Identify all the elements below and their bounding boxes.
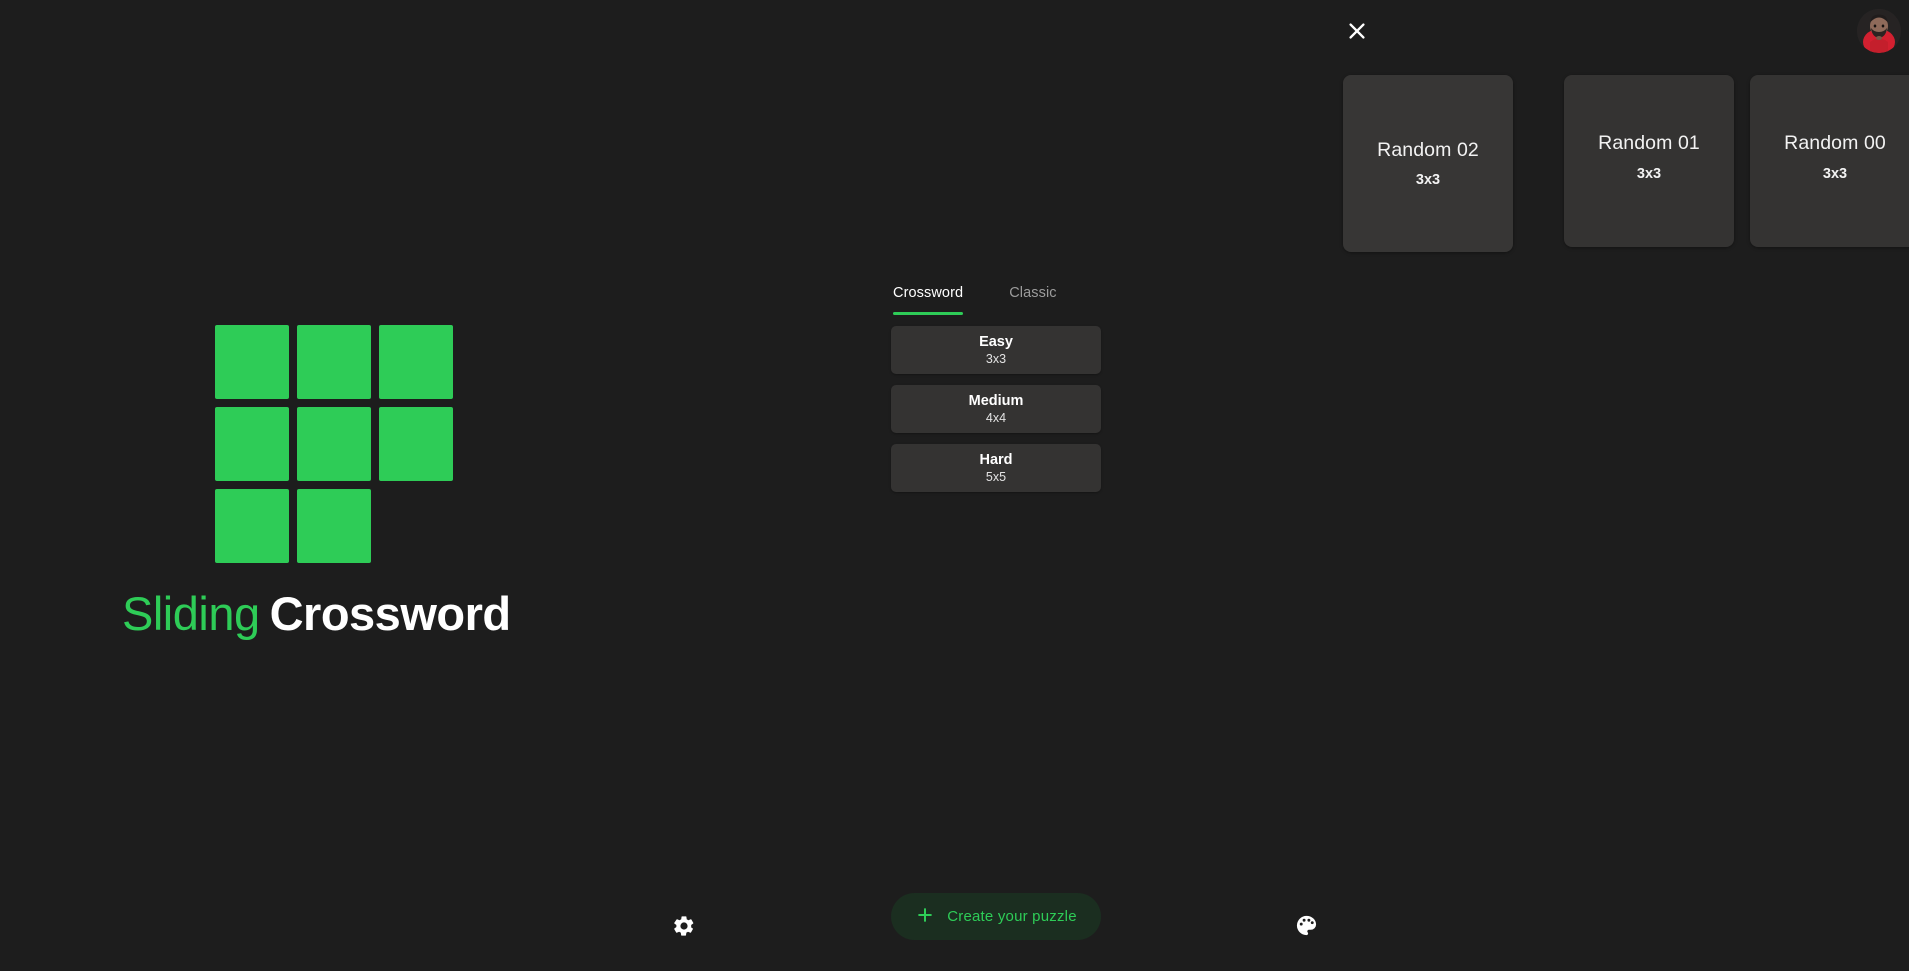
- difficulty-size: 4x4: [985, 411, 1007, 426]
- logo-tile: [297, 407, 371, 481]
- difficulty-name: Medium: [968, 392, 1024, 409]
- recent-puzzle-card[interactable]: Random 01 3x3: [1564, 75, 1734, 247]
- avatar-image: [1857, 9, 1901, 53]
- brand-logo-block: Sliding Crossword: [122, 325, 552, 638]
- bottom-toolbar: Create your puzzle: [0, 883, 1909, 971]
- difficulty-name: Easy: [979, 333, 1013, 350]
- difficulty-medium-button[interactable]: Medium 4x4: [891, 385, 1101, 433]
- avatar[interactable]: [1857, 9, 1901, 53]
- logo-tile: [297, 325, 371, 399]
- gear-icon: [672, 914, 696, 941]
- create-puzzle-button[interactable]: Create your puzzle: [891, 893, 1101, 940]
- title-word-crossword: Crossword: [269, 587, 512, 640]
- tab-crossword[interactable]: Crossword: [893, 285, 964, 315]
- plus-icon: [915, 905, 935, 929]
- page-title: Sliding Crossword: [122, 589, 552, 638]
- difficulty-easy-button[interactable]: Easy 3x3: [891, 326, 1101, 374]
- recent-puzzle-card[interactable]: Random 02 3x3: [1343, 75, 1513, 252]
- logo-tile: [297, 489, 371, 563]
- logo-tile: [379, 325, 453, 399]
- palette-icon: [1295, 914, 1318, 940]
- recent-puzzle-card[interactable]: Random 00 3x3: [1750, 75, 1909, 247]
- difficulty-name: Hard: [979, 451, 1013, 468]
- recent-puzzle-title: Random 01: [1598, 132, 1700, 155]
- recent-puzzles-list: Random 02 3x3 Random 01 3x3 Random 00 3x…: [1343, 70, 1909, 252]
- recent-puzzle-size: 3x3: [1636, 165, 1662, 182]
- difficulty-list: Easy 3x3 Medium 4x4 Hard 5x5: [891, 326, 1101, 492]
- title-word-sliding: Sliding: [122, 587, 260, 640]
- difficulty-size: 5x5: [985, 470, 1007, 485]
- theme-button[interactable]: [1284, 905, 1328, 949]
- settings-button[interactable]: [662, 905, 706, 949]
- logo-tile: [215, 325, 289, 399]
- recent-puzzle-title: Random 02: [1377, 138, 1479, 161]
- logo-tile-empty: [379, 489, 453, 563]
- recent-puzzle-size: 3x3: [1415, 172, 1441, 189]
- recent-puzzle-title: Random 00: [1784, 132, 1886, 155]
- logo-tile: [215, 489, 289, 563]
- close-icon: [1346, 20, 1368, 42]
- close-button[interactable]: [1338, 12, 1376, 50]
- logo-tile: [379, 407, 453, 481]
- recent-puzzle-size: 3x3: [1822, 165, 1848, 182]
- difficulty-size: 3x3: [985, 352, 1007, 367]
- logo-grid-icon: [215, 325, 453, 563]
- mode-tabs: Crossword Classic: [891, 285, 1101, 315]
- difficulty-hard-button[interactable]: Hard 5x5: [891, 444, 1101, 492]
- tab-classic[interactable]: Classic: [1009, 285, 1056, 315]
- mode-panel: Crossword Classic Easy 3x3 Medium 4x4 Ha…: [891, 285, 1101, 492]
- app-root: Random 02 3x3 Random 01 3x3 Random 00 3x…: [0, 0, 1909, 971]
- logo-tile: [215, 407, 289, 481]
- create-puzzle-label: Create your puzzle: [947, 908, 1077, 925]
